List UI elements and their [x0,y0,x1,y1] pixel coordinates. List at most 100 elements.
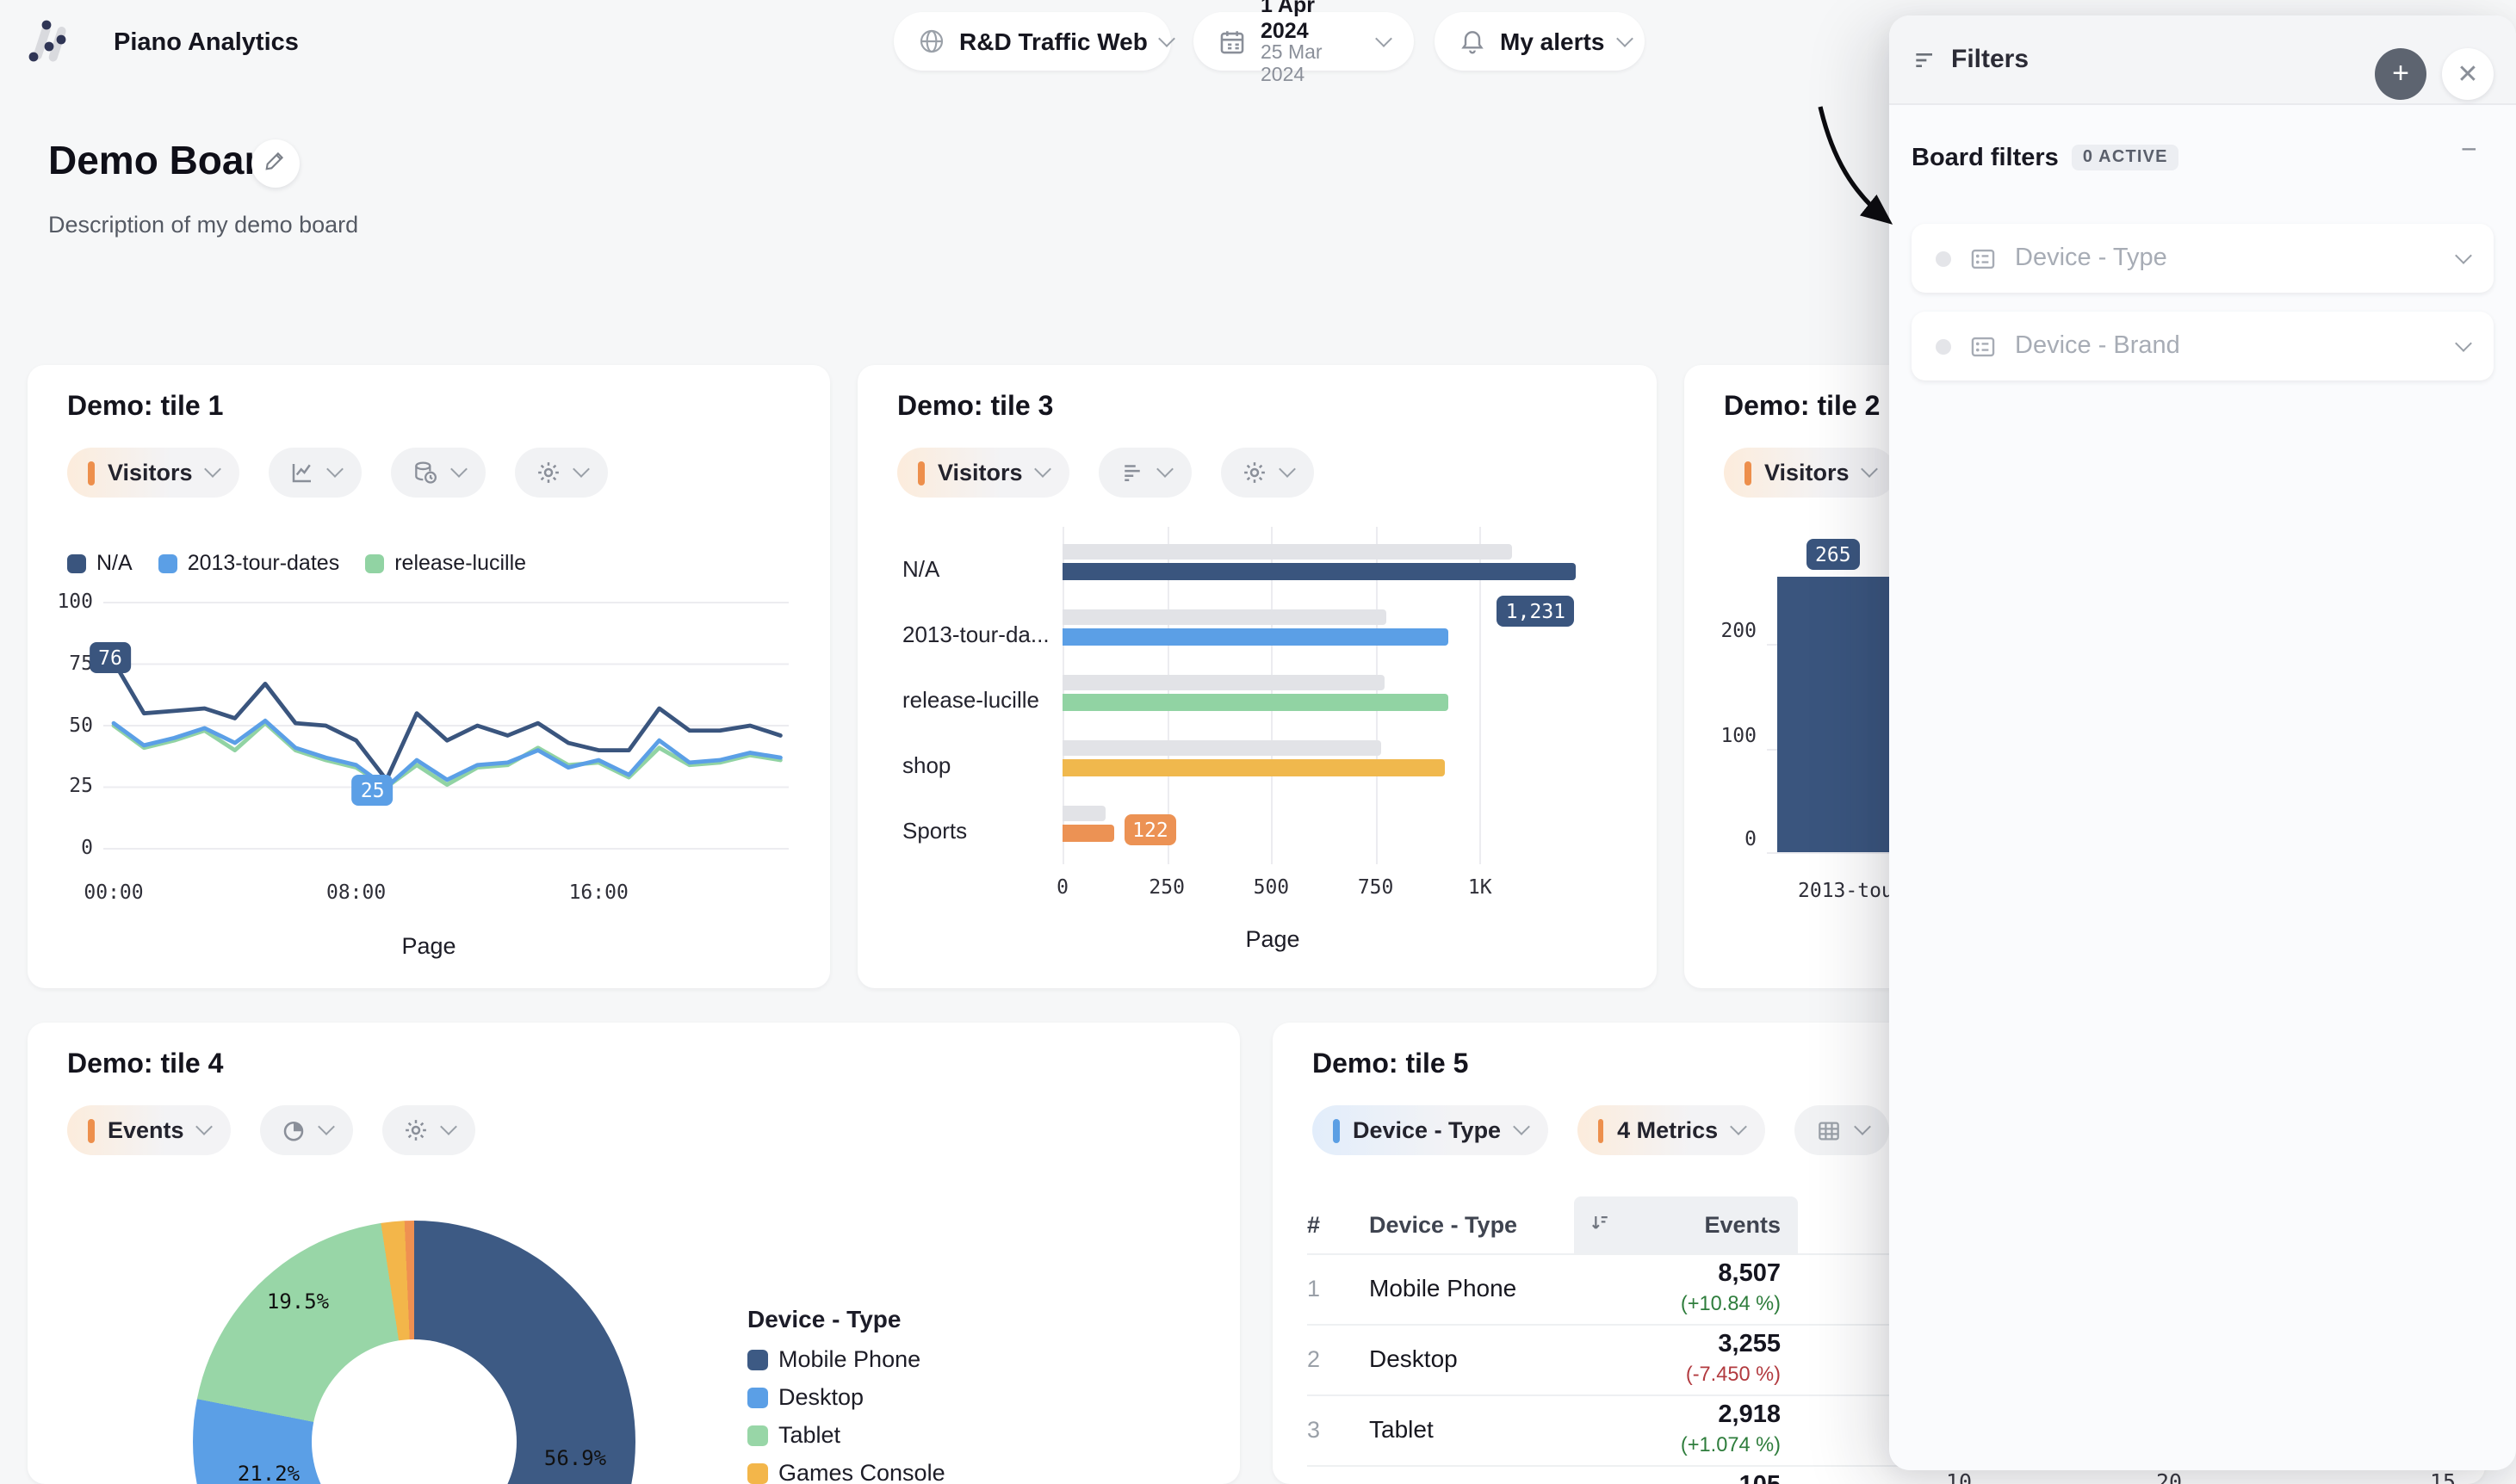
add-filter-button[interactable]: + [2375,48,2426,100]
bar-previous-period [1063,675,1384,690]
gear-icon [403,1117,429,1143]
legend-item[interactable]: release-lucille [365,551,526,575]
plus-icon: + [2392,58,2409,87]
category-label: Sports [902,818,1054,844]
gear-icon [536,460,561,485]
filter-toggle-dot[interactable] [1936,250,1951,266]
legend-item[interactable]: Tablet [747,1422,840,1448]
metric-pill-visitors[interactable]: Visitors [67,448,239,498]
filter-icon [1912,46,1939,83]
filter-device-type[interactable]: Device - Type [1912,224,2494,293]
chevron-down-icon [1616,29,1633,46]
metric-pill-events[interactable]: Events [67,1105,231,1155]
bar-current-period [1063,824,1113,842]
chevron-down-icon [1512,1118,1529,1135]
row-delta: (-7.450 %) [1574,1362,1781,1386]
x-tick-label: 0 [1057,875,1069,899]
chart-legend: N/A 2013-tour-dates release-lucille [67,551,526,575]
metric-marker [1744,461,1751,485]
board-description: Description of my demo board [48,212,358,238]
y-tick-label: 0 [34,835,93,859]
legend-label: release-lucille [394,551,526,575]
bar-previous-period [1063,609,1386,625]
legend-swatch [747,1349,768,1370]
globe-icon [918,28,945,55]
chevron-down-icon [1861,461,1878,478]
filters-panel: Filters + ✕ Board filters0 ACTIVE − Devi… [1889,15,2516,1470]
table-header-events[interactable]: Events [1608,1212,1781,1238]
metric-marker [88,1118,94,1142]
chart-type-pill[interactable] [260,1105,353,1155]
settings-pill[interactable] [382,1105,475,1155]
pie-chart-icon [281,1117,307,1143]
row-value: 105 [1608,1472,1781,1484]
bar-current-period [1063,758,1445,776]
y-tick-label: 100 [34,589,93,613]
chart-type-pill[interactable] [269,448,362,498]
chevron-down-icon [318,1118,335,1135]
my-alerts-button[interactable]: My alerts [1435,12,1645,71]
y-tick-label: 25 [34,774,93,798]
y-tick-label: 100 [1701,722,1757,746]
x-tick-label: 750 [1358,875,1394,899]
close-icon: ✕ [2457,61,2478,87]
table-header-rank: # [1307,1212,1320,1238]
legend-label: 2013-tour-dates [188,551,340,575]
site-selector[interactable]: R&D Traffic Web [894,12,1171,71]
bar-previous-period [1063,740,1382,756]
y-tick-label: 50 [34,712,93,736]
legend-label: Desktop [778,1384,864,1410]
tile-title: Demo: tile 4 [67,1050,223,1081]
sort-descending-icon[interactable] [1588,1210,1612,1243]
chevron-down-icon [1159,29,1176,46]
date-range-picker[interactable]: 1 Apr 2024 25 Mar 2024 [1193,12,1414,71]
slice-percent-label: 21.2% [238,1462,300,1484]
legend-label: Mobile Phone [778,1346,920,1372]
x-tick-label: 16:00 [569,880,629,904]
x-tick-label: 08:00 [326,880,386,904]
collapse-section-button[interactable]: − [2461,136,2477,167]
point-value-badge: 25 [352,776,394,807]
legend-swatch [747,1425,768,1445]
close-filters-button[interactable]: ✕ [2442,48,2494,100]
legend-swatch [67,553,86,572]
category-label: N/A [902,556,1054,582]
row-rank: 3 [1307,1417,1320,1443]
legend-item[interactable]: Games Console [747,1460,945,1484]
active-count-badge: 0 ACTIVE [2073,145,2178,170]
tile-title: Demo: tile 3 [897,393,1053,424]
legend-item[interactable]: N/A [67,551,133,575]
legend-item[interactable]: Desktop [747,1384,864,1410]
dimension-marker [1333,1118,1339,1142]
filter-toggle-dot[interactable] [1936,338,1951,354]
edit-board-button[interactable] [251,139,300,188]
filter-device-brand[interactable]: Device - Brand [1912,312,2494,380]
metric-pill-visitors[interactable]: Visitors [1724,448,1896,498]
chevron-down-icon [440,1118,457,1135]
settings-pill[interactable] [515,448,608,498]
legend-title: Device - Type [747,1305,901,1333]
chevron-down-icon [2455,334,2472,351]
legend-swatch [747,1462,768,1483]
chevron-down-icon [1375,29,1392,46]
row-delta: (+1.074 %) [1574,1432,1781,1456]
category-label: release-lucille [902,687,1054,713]
metrics-pill[interactable]: 4 Metrics [1577,1105,1764,1155]
settings-pill[interactable] [1221,448,1314,498]
display-type-pill[interactable] [1794,1105,1888,1155]
data-options-pill[interactable] [391,448,486,498]
chevron-down-icon [326,461,344,478]
x-tick-label: 1K [1468,875,1492,899]
row-value: 8,507 [1608,1260,1781,1288]
tile-title: Demo: tile 2 [1724,393,1880,424]
date-secondary: 25 Mar 2024 [1261,43,1364,89]
chart-type-pill[interactable] [1099,448,1192,498]
legend-item[interactable]: 2013-tour-dates [158,551,340,575]
chevron-down-icon [1729,1118,1746,1135]
table-header-dimension: Device - Type [1369,1212,1517,1238]
legend-item[interactable]: Mobile Phone [747,1346,920,1372]
page-title: Demo Board [48,138,284,184]
metric-pill-visitors[interactable]: Visitors [897,448,1069,498]
database-clock-icon [412,459,439,486]
dimension-pill-device-type[interactable]: Device - Type [1312,1105,1547,1155]
